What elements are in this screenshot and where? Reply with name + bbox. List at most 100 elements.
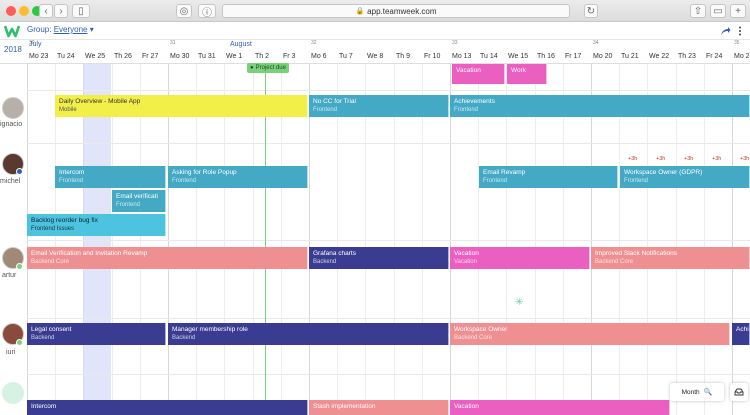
app-header: Group: Everyone ▾ <box>0 22 750 40</box>
task-title: Email Revamp <box>483 169 526 176</box>
new-tab-icon[interactable]: + <box>730 4 746 18</box>
add-person-avatar[interactable] <box>2 382 24 404</box>
task-bar[interactable]: Improved Slack Notifications Backend Cor… <box>591 247 750 269</box>
share-icon[interactable] <box>720 26 731 36</box>
year-label: 2018 <box>4 45 22 54</box>
sidebar-icon[interactable]: ▯ <box>72 4 90 18</box>
task-title: Vacation <box>454 403 479 410</box>
task-bar[interactable]: Email Revamp Frontend <box>479 166 618 188</box>
day-label: Mo 30 <box>170 53 190 60</box>
overtime-badge: +3h <box>656 156 666 162</box>
task-bar[interactable]: Daily Overview - Mobile App Mobile <box>55 95 308 117</box>
task-bar[interactable]: Vacation Vacation <box>450 247 590 269</box>
week-number: 31 <box>170 40 176 46</box>
day-label: Th 23 <box>678 53 696 60</box>
task-bar[interactable]: Email verificati Frontend <box>112 190 166 212</box>
address-bar[interactable]: 🔒 app.teamweek.com <box>222 4 570 18</box>
week-number: 32 <box>311 40 317 46</box>
status-dot-icon <box>16 339 23 346</box>
task-bar[interactable]: Stash implementation <box>309 400 449 415</box>
task-title: Intercom <box>31 403 57 410</box>
day-label: Tu 14 <box>480 53 498 60</box>
day-label: Tu 31 <box>198 53 216 60</box>
overtime-badge: +3h <box>684 156 694 162</box>
task-project: Frontend <box>172 178 197 184</box>
task-title: Workspace Owner <box>454 326 508 333</box>
task-project: Backend <box>313 259 337 265</box>
task-title: Backlog reorder bug fix <box>31 217 98 224</box>
task-bar[interactable]: Intercom <box>27 400 308 415</box>
task-title: Workspace Owner (GDPR) <box>624 169 703 176</box>
task-title: Asking for Role Popup <box>172 169 237 176</box>
day-label: Th 9 <box>396 53 411 60</box>
day-label: Fr 24 <box>706 53 723 60</box>
share-sheet-icon[interactable]: ⇧ <box>690 4 706 18</box>
person-name: artur <box>2 272 17 279</box>
day-label: Mo 23 <box>29 53 49 60</box>
teamweek-logo-icon[interactable] <box>4 23 20 39</box>
month-label: Month <box>681 388 700 396</box>
date-header: 2018 July August 30 31 32 33 34 35 Mo 23… <box>0 40 750 64</box>
task-title: Email Verification and Invitation Revamp <box>31 250 148 257</box>
row-separator <box>27 318 750 319</box>
reload-icon[interactable]: ↻ <box>584 4 598 18</box>
day-label: Mo 20 <box>593 53 613 60</box>
month-view-button[interactable]: Month 🔍 <box>670 383 724 401</box>
row-separator <box>27 240 750 241</box>
day-label: We 22 <box>649 53 670 60</box>
week-number: 35 <box>734 40 740 46</box>
reader-icon[interactable]: ◎ <box>176 4 192 18</box>
task-project: Backend Core <box>595 259 634 265</box>
back-icon[interactable]: ‹ <box>39 4 53 18</box>
task-bar[interactable]: No CC for Trial Frontend <box>309 95 449 117</box>
task-title: Manager membership role <box>172 326 248 333</box>
task-project: Frontend <box>624 178 649 184</box>
task-bar[interactable]: Achi <box>732 323 750 345</box>
tabs-icon[interactable]: ▭ <box>710 4 726 18</box>
task-bar[interactable]: Backlog reorder bug fix Frontend Issues <box>27 214 166 236</box>
task-bar[interactable]: Intercom Frontend <box>55 166 166 188</box>
task-bar[interactable]: Workspace Owner Backend Core <box>450 323 730 345</box>
task-bar[interactable]: Vacation <box>452 64 505 84</box>
inbox-button[interactable] <box>730 383 748 401</box>
info-icon[interactable]: ⓘ <box>198 4 216 19</box>
task-title: Legal consent <box>31 326 72 333</box>
task-project: Frontend <box>454 107 479 113</box>
day-label: Th 16 <box>537 53 555 60</box>
week-number: 34 <box>593 40 599 46</box>
task-bar[interactable]: Work <box>507 64 547 84</box>
task-bar[interactable]: Vacation <box>450 400 670 415</box>
row-separator <box>27 90 750 91</box>
forward-icon[interactable]: › <box>54 4 68 18</box>
project-due-label: Project due <box>255 65 286 71</box>
minimize-window-icon[interactable] <box>19 6 29 16</box>
task-project: Backend <box>172 335 196 341</box>
day-label: We 1 <box>226 53 243 60</box>
task-bar[interactable]: Legal consent Backend <box>27 323 166 345</box>
task-bar[interactable]: Achievements Frontend <box>450 95 750 117</box>
task-bar[interactable]: Workspace Owner (GDPR) Frontend <box>620 166 750 188</box>
day-label: Th 2 <box>255 53 270 60</box>
close-window-icon[interactable] <box>6 6 16 16</box>
day-label: Tu 7 <box>339 53 353 60</box>
task-project: Backend <box>31 335 55 341</box>
task-bar[interactable]: Manager membership role Backend <box>168 323 449 345</box>
row-separator <box>27 374 750 375</box>
week-number: 30 <box>29 40 35 46</box>
task-bar[interactable]: Email Verification and Invitation Revamp… <box>27 247 308 269</box>
task-project: Frontend <box>313 107 338 113</box>
day-label: Mo 13 <box>452 53 472 60</box>
day-label: Tu 24 <box>57 53 75 60</box>
task-bar[interactable]: Asking for Role Popup Frontend <box>168 166 308 188</box>
task-bar[interactable]: Grafana charts Backend <box>309 247 449 269</box>
more-vertical-icon[interactable] <box>738 26 742 36</box>
task-project: Frontend <box>483 178 508 184</box>
group-selector[interactable]: Group: Everyone ▾ <box>27 25 94 34</box>
task-project: Mobile <box>59 107 77 113</box>
row-separator <box>27 143 750 144</box>
task-project: Backend Core <box>454 335 493 341</box>
task-title: Grafana charts <box>313 250 356 257</box>
magnifier-icon[interactable]: 🔍 <box>704 388 713 396</box>
avatar[interactable] <box>2 97 24 119</box>
project-due-flag[interactable]: ● Project due <box>247 63 289 73</box>
